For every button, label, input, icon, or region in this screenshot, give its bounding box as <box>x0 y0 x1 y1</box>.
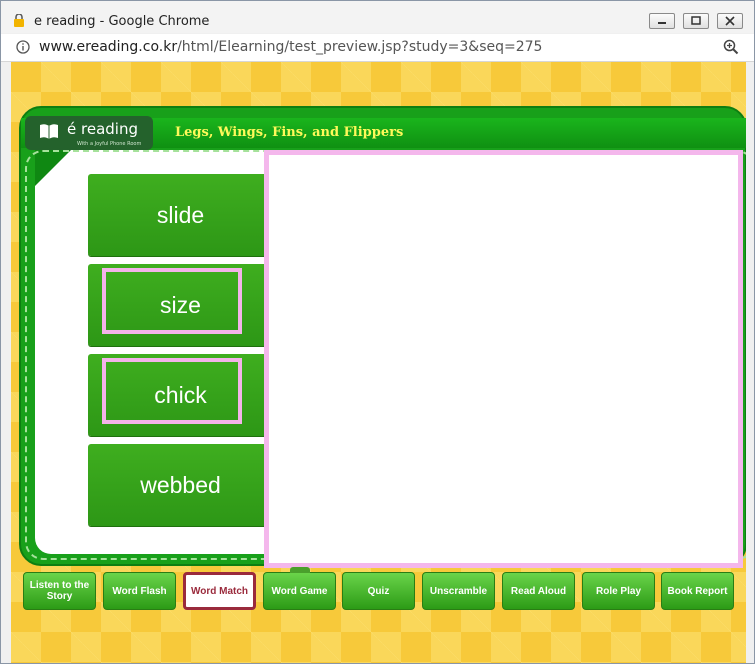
close-icon <box>725 16 735 26</box>
word-card-chick[interactable]: chick <box>88 354 273 436</box>
url-path: /html/Elearning/test_preview.jsp?study=3… <box>177 39 543 55</box>
nav-label: Quiz <box>367 585 390 597</box>
nav-label: Role Play <box>595 585 642 597</box>
minimize-icon <box>658 22 666 24</box>
activity-nav: Listen to the Story Word Flash Word Matc… <box>11 567 746 616</box>
nav-label: Word Game <box>271 585 328 597</box>
book-icon <box>40 124 58 139</box>
nav-word-match[interactable]: Word Match <box>183 572 256 610</box>
zoom-icon[interactable] <box>723 39 739 55</box>
nav-role-play[interactable]: Role Play <box>582 572 655 610</box>
title-bar: e reading - Google Chrome <box>1 1 754 33</box>
window-title: e reading - Google Chrome <box>34 14 210 29</box>
word-label: webbed <box>140 472 221 498</box>
nav-word-game[interactable]: Word Game <box>263 567 336 610</box>
word-label: chick <box>154 382 207 408</box>
nav-label: Read Aloud <box>510 585 567 597</box>
word-card-webbed[interactable]: webbed <box>88 444 273 526</box>
nav-book-report[interactable]: Book Report <box>661 572 734 610</box>
ereading-logo: é reading With a Joyful Phone Room <box>25 116 153 150</box>
nav-listen-to-the-story[interactable]: Listen to the Story <box>23 572 96 610</box>
word-label: slide <box>156 202 205 228</box>
nav-label: Word Flash <box>112 585 167 597</box>
nav-label: Word Match <box>190 585 249 597</box>
nav-label: Unscramble <box>429 585 488 597</box>
word-card-slide[interactable]: slide <box>88 174 273 256</box>
nav-unscramble[interactable]: Unscramble <box>422 572 495 610</box>
lesson-title: Legs, Wings, Fins, and Flippers <box>175 125 404 140</box>
logo-text: é reading <box>67 120 138 138</box>
nav-read-aloud[interactable]: Read Aloud <box>502 572 575 610</box>
address-bar[interactable]: www.ereading.co.kr/html/Elearning/test_p… <box>1 34 754 62</box>
minimize-button[interactable] <box>649 13 675 29</box>
url-text[interactable]: www.ereading.co.kr/html/Elearning/test_p… <box>39 39 542 55</box>
nav-label: Book Report <box>667 585 728 597</box>
logo-subtitle: With a Joyful Phone Room <box>77 141 142 147</box>
close-button[interactable] <box>717 13 743 29</box>
word-label: size <box>160 292 201 318</box>
nav-quiz[interactable]: Quiz <box>342 572 415 610</box>
browser-window: e reading - Google Chrome www.ereading.c… <box>0 0 755 664</box>
nav-word-flash[interactable]: Word Flash <box>103 572 176 610</box>
page-content: é reading With a Joyful Phone Room Legs,… <box>11 62 746 663</box>
app-icon <box>14 14 24 27</box>
maximize-icon <box>691 16 701 25</box>
maximize-button[interactable] <box>683 13 709 29</box>
word-card-size[interactable]: size <box>88 264 273 346</box>
answer-panel[interactable] <box>264 150 743 568</box>
nav-label: Listen to the Story <box>29 580 90 602</box>
url-domain: www.ereading.co.kr <box>39 39 178 55</box>
info-icon[interactable] <box>16 40 30 54</box>
